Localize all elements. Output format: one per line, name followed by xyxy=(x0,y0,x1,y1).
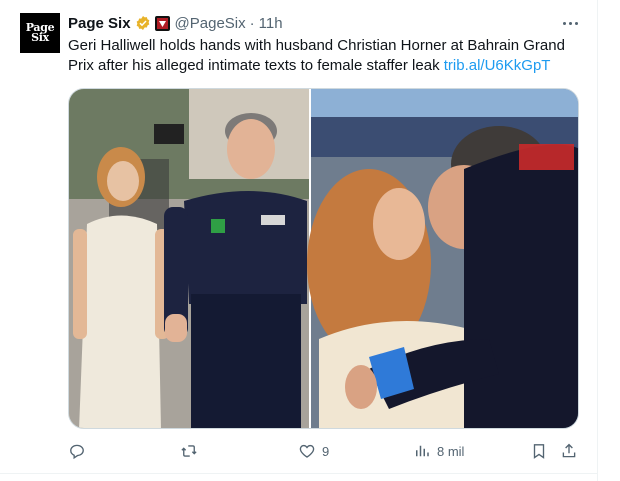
tweet-divider xyxy=(0,473,598,474)
tweet-link[interactable]: trib.al/U6KkGpT xyxy=(444,57,551,74)
repost-icon xyxy=(181,445,197,457)
repost-button[interactable] xyxy=(180,440,204,462)
bookmark-icon xyxy=(533,444,545,459)
display-name[interactable]: Page Six xyxy=(68,15,131,32)
reply-icon xyxy=(70,444,84,460)
kiss-photo[interactable] xyxy=(307,89,579,429)
tweet-text: Geri Halliwell holds hands with husband … xyxy=(68,36,588,76)
bookmark-button[interactable] xyxy=(530,440,548,462)
affiliate-badge-icon[interactable] xyxy=(154,15,170,31)
tweet-card[interactable]: Page Six Page Six @PageSix · 11h Geri Ha… xyxy=(0,0,598,481)
avatar[interactable]: Page Six xyxy=(20,13,60,53)
separator-dot: · xyxy=(249,14,255,32)
user-handle[interactable]: @PageSix xyxy=(175,15,246,32)
heart-icon xyxy=(299,444,315,458)
views-count: 8 mil xyxy=(437,443,465,459)
walking-together-photo[interactable] xyxy=(69,89,309,429)
timestamp[interactable]: 11h xyxy=(259,15,283,32)
media-grid[interactable] xyxy=(68,88,579,429)
like-count: 9 xyxy=(322,443,330,459)
action-bar: 9 8 mil xyxy=(68,440,588,462)
verified-badge-icon[interactable] xyxy=(135,15,151,31)
views-chart-icon xyxy=(416,445,429,457)
views-button[interactable]: 8 mil xyxy=(413,440,464,462)
more-options-icon[interactable] xyxy=(558,14,582,32)
avatar-line-2: Six xyxy=(31,31,49,44)
share-button[interactable] xyxy=(560,440,578,462)
reply-button[interactable] xyxy=(68,440,92,462)
tweet-header: Page Six @PageSix · 11h xyxy=(68,13,283,33)
share-icon xyxy=(562,443,576,458)
like-button[interactable]: 9 xyxy=(298,440,329,462)
